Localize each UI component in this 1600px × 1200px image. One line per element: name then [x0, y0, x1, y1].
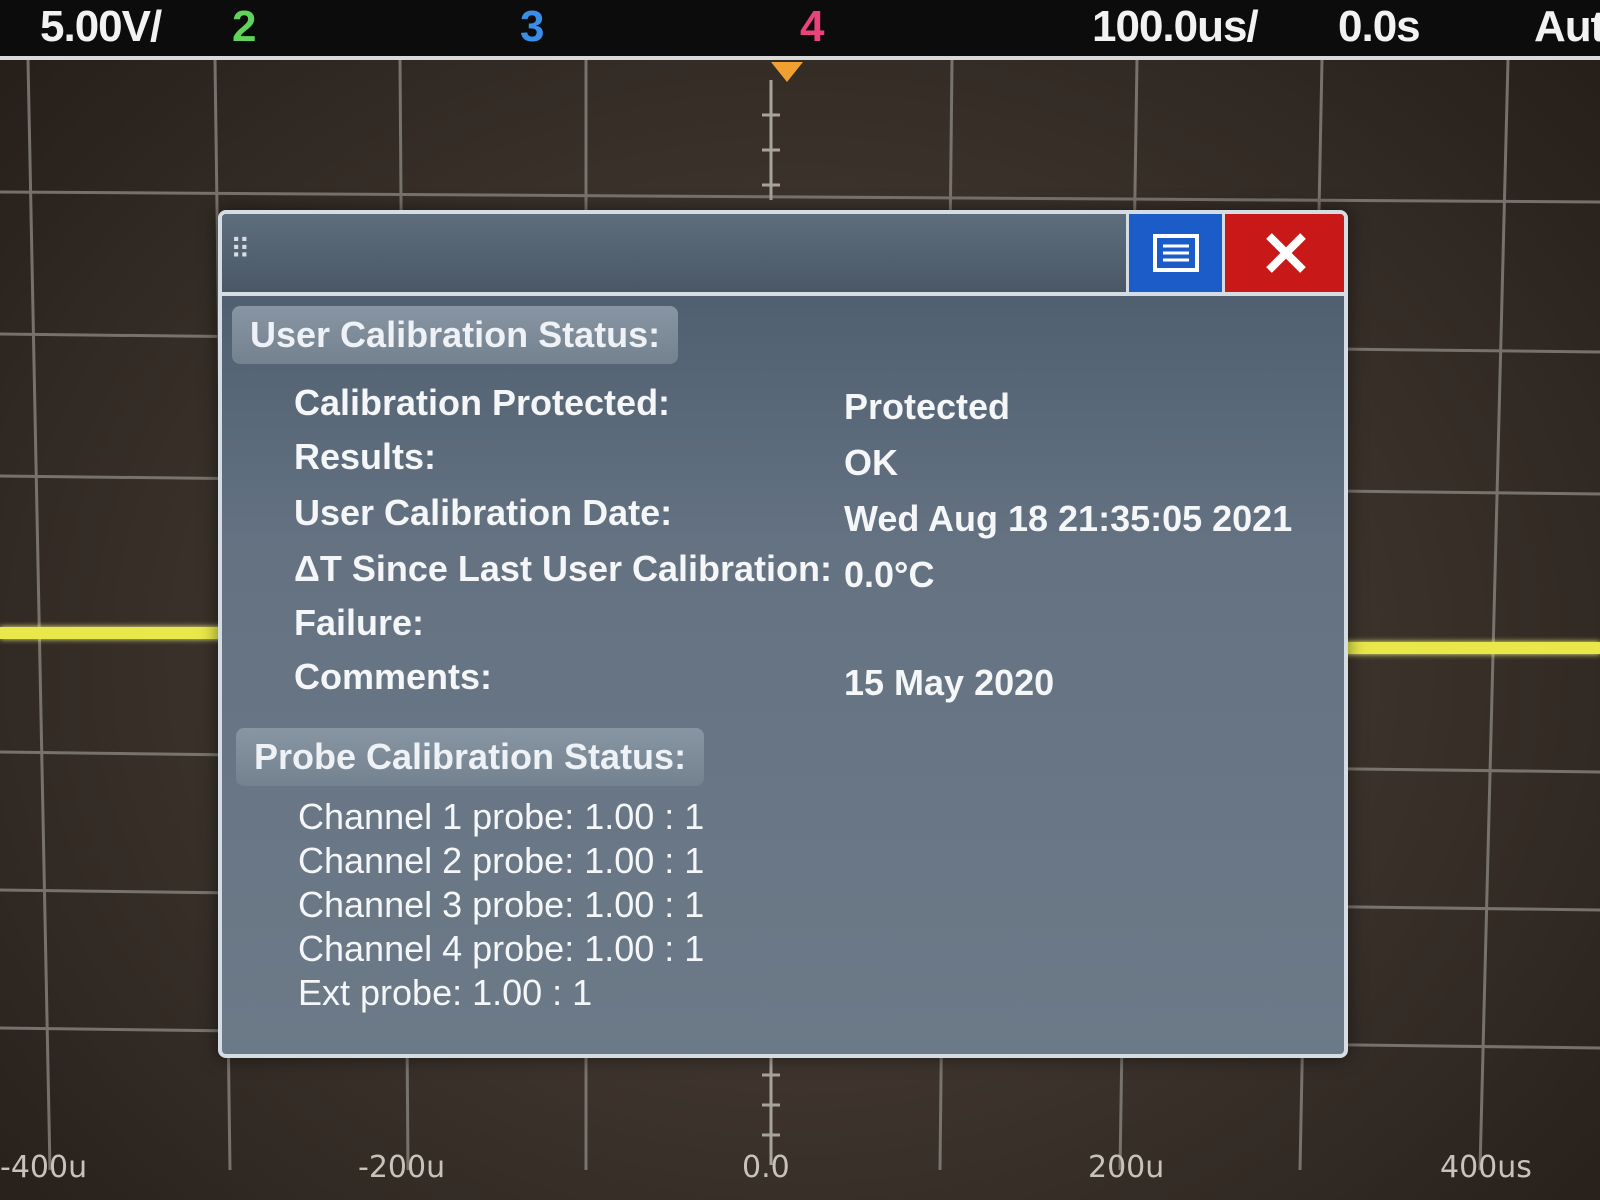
results-label: Results:	[294, 436, 437, 477]
probe-status-line: Channel 4 probe: 1.00 : 1	[298, 928, 705, 969]
channel-4-indicator[interactable]: 4	[800, 2, 825, 52]
probe-status-line: Ext probe: 1.00 : 1	[298, 972, 593, 1013]
x-axis-tick-label: -200u	[358, 1150, 446, 1185]
channel-1-scale[interactable]: 5.00V/	[40, 2, 162, 52]
probe-calibration-header: Probe Calibration Status:	[236, 728, 705, 786]
horizontal-delay[interactable]: 0.0s	[1338, 2, 1421, 52]
comments-value: 15 May 2020	[844, 662, 1055, 703]
calibration-status-dialog: ⠿ User Calibration Status: Calibration P…	[218, 210, 1348, 1058]
x-axis-tick-label: 200u	[1088, 1150, 1165, 1185]
trigger-position-marker-icon	[771, 62, 803, 82]
calibration-protected-label: Calibration Protected:	[294, 382, 671, 423]
comments-label: Comments:	[294, 656, 493, 697]
results-value: OK	[844, 442, 898, 483]
user-calibration-date-label: User Calibration Date:	[294, 492, 673, 533]
channel-1-trace	[1330, 642, 1600, 654]
timebase-scale[interactable]: 100.0us/	[1092, 2, 1259, 52]
x-axis-tick-label: 0.0	[742, 1150, 790, 1185]
status-bar: 5.00V/ 2 3 4 100.0us/ 0.0s Auto	[0, 0, 1600, 60]
user-calibration-header: User Calibration Status:	[232, 306, 679, 364]
drag-grip-icon[interactable]: ⠿	[230, 236, 251, 264]
channel-3-indicator[interactable]: 3	[520, 2, 545, 52]
delta-t-value: 0.0°C	[844, 554, 935, 595]
x-axis-tick-label: 400us	[1440, 1150, 1532, 1185]
channel-2-indicator[interactable]: 2	[232, 2, 257, 52]
failure-label: Failure:	[294, 602, 425, 643]
probe-status-line: Channel 3 probe: 1.00 : 1	[298, 884, 705, 925]
dialog-titlebar[interactable]: ⠿	[222, 214, 1344, 296]
x-axis-tick-label: -400u	[0, 1150, 88, 1185]
user-calibration-date-value: Wed Aug 18 21:35:05 2021	[844, 498, 1293, 539]
calibration-protected-value: Protected	[844, 386, 1011, 427]
channel-1-trace	[0, 627, 225, 639]
trigger-mode[interactable]: Auto	[1534, 2, 1600, 52]
menu-icon	[1153, 234, 1199, 272]
delta-t-label: ΔT Since Last User Calibration:	[294, 548, 832, 589]
menu-button[interactable]	[1126, 214, 1223, 292]
probe-status-line: Channel 2 probe: 1.00 : 1	[298, 840, 705, 881]
close-icon	[1266, 233, 1306, 273]
probe-status-line: Channel 1 probe: 1.00 : 1	[298, 796, 705, 837]
close-button[interactable]	[1222, 214, 1344, 292]
oscilloscope-screen: 5.00V/ 2 3 4 100.0us/ 0.0s Auto -400u -2…	[0, 0, 1600, 1200]
